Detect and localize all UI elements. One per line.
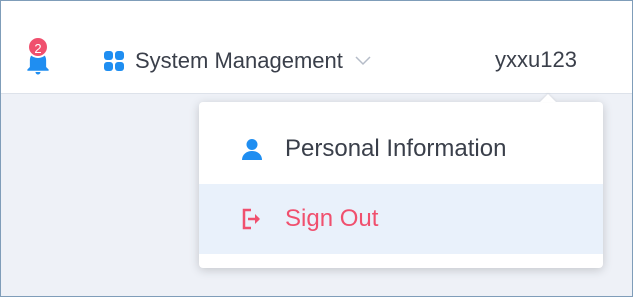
app-frame: 2 System Management yxxu123 Personal Inf…: [0, 0, 633, 297]
chevron-down-icon: [355, 56, 371, 66]
sign-out-label: Sign Out: [285, 205, 379, 232]
notification-count-badge: 2: [27, 36, 49, 58]
user-menu-trigger[interactable]: yxxu123: [495, 47, 577, 73]
system-management-label: System Management: [135, 48, 343, 73]
user-icon: [242, 139, 262, 160]
sign-out-icon: [242, 208, 260, 230]
top-navbar: 2 System Management yxxu123: [1, 1, 632, 93]
personal-information-label: Personal Information: [285, 135, 507, 162]
system-management-menu[interactable]: System Management: [103, 45, 371, 77]
grid-icon: [104, 51, 124, 71]
personal-information-menu-item[interactable]: Personal Information: [199, 114, 603, 184]
user-dropdown-menu: Personal Information Sign Out: [199, 94, 603, 268]
sign-out-menu-item[interactable]: Sign Out: [199, 184, 603, 254]
dropdown-caret: [540, 94, 556, 102]
